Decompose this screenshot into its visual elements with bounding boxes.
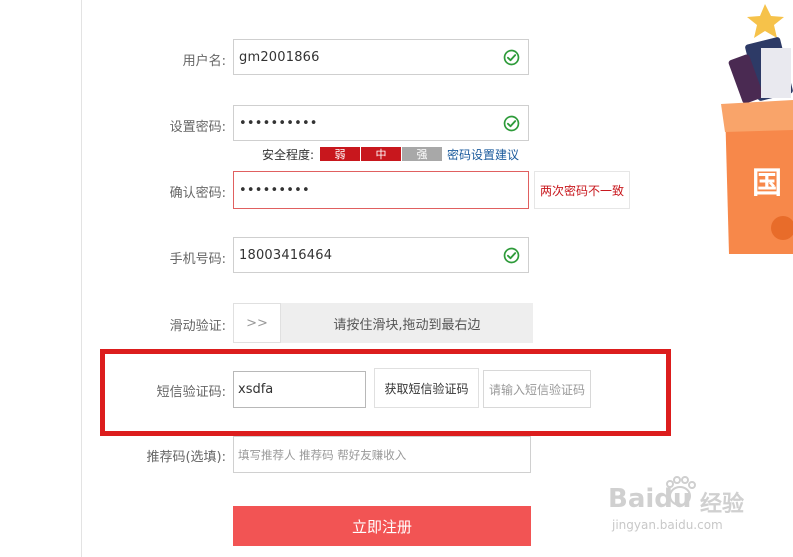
phone-label: 手机号码: [169,252,226,267]
password-field[interactable]: •••••••••• [233,105,529,141]
username-value: gm2001866 [239,49,320,65]
password-mismatch-error: 两次密码不一致 [534,171,630,209]
phone-field[interactable]: 18003416464 [233,237,529,273]
confirm-password-label: 确认密码: [169,186,226,201]
slider-label: 滑动验证: [169,319,226,334]
password-label: 设置密码: [169,120,226,135]
promo-banner[interactable]: 国 [705,0,793,260]
slider-handle[interactable]: >> [233,303,281,343]
confirm-password-field[interactable]: ••••••••• [233,171,529,209]
phone-value: 18003416464 [239,247,333,263]
promo-illustration [721,4,793,254]
username-field[interactable]: gm2001866 [233,39,529,75]
check-circle-icon [503,49,520,66]
confirm-password-value: ••••••••• [239,182,310,198]
referral-input[interactable]: 填写推荐人 推荐码 帮好友赚收入 [233,436,531,473]
password-advice-link[interactable]: 密码设置建议 [447,146,519,163]
strength-label: 安全程度: [262,147,315,162]
strength-weak: 弱 [320,147,361,161]
watermark-brand: Baidu [608,484,692,514]
watermark-cn: 经验 [700,492,745,517]
register-button[interactable]: 立即注册 [233,506,531,546]
baidu-jingyan-watermark: Baidu 经验 jingyan.baidu.com [608,476,758,536]
promo-text: 国 [752,166,782,201]
password-strength-meter: 安全程度: 弱 中 强 密码设置建议 [262,146,519,162]
slide-verification: >> 请按住滑块,拖动到最右边 [233,303,533,343]
referral-placeholder: 填写推荐人 推荐码 帮好友赚收入 [238,447,407,462]
strength-medium: 中 [361,147,402,161]
check-circle-icon [503,247,520,264]
referral-label: 推荐码(选填): [146,450,226,465]
left-divider [81,0,82,557]
password-value: •••••••••• [239,115,318,131]
strength-strong: 强 [402,147,443,161]
watermark-url: jingyan.baidu.com [612,518,723,532]
highlight-box [100,349,671,436]
username-label: 用户名: [182,54,226,69]
slider-hint: 请按住滑块,拖动到最右边 [333,317,481,333]
check-circle-icon [503,115,520,132]
